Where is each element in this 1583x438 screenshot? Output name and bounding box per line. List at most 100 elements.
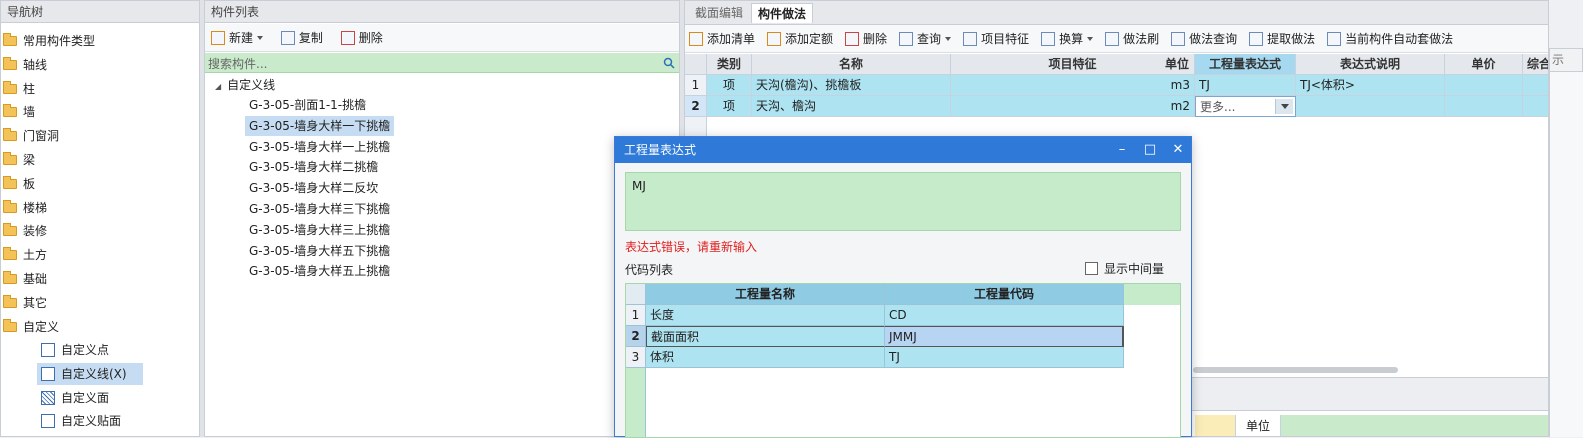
extract-method-button[interactable]: 提取做法	[1249, 25, 1323, 53]
delete-button[interactable]: 删除	[845, 25, 895, 53]
nav-item-wall[interactable]: 墙	[3, 101, 35, 123]
nav-item-foundation[interactable]: 基础	[3, 268, 47, 290]
cell-feature[interactable]	[951, 75, 1195, 96]
horizontal-scrollbar[interactable]	[1193, 367, 1398, 373]
component-item[interactable]: G-3-05-墙身大样五上挑檐	[245, 261, 394, 281]
checkbox-icon[interactable]	[1085, 262, 1098, 275]
tab-bar: 截面编辑 构件做法	[685, 1, 1548, 25]
component-item[interactable]: G-3-05-墙身大样一下挑檐	[245, 115, 395, 136]
cell-price[interactable]	[1445, 96, 1523, 117]
code-cell-name[interactable]: 体积	[646, 347, 885, 368]
minimize-button[interactable]: –	[1109, 137, 1135, 163]
row-number[interactable]: 1	[685, 75, 707, 96]
folder-icon	[3, 247, 17, 261]
tree-root-item[interactable]: ◢ 自定义线	[215, 74, 275, 96]
nav-item-axis[interactable]: 轴线	[3, 54, 47, 76]
convert-button[interactable]: 换算	[1041, 25, 1101, 53]
column-header-name[interactable]: 名称	[752, 54, 951, 75]
cell-expression[interactable]: TJ	[1195, 75, 1296, 96]
nav-item-door-window[interactable]: 门窗洞	[3, 125, 59, 147]
method-query-button[interactable]: 做法查询	[1171, 25, 1245, 53]
item-feature-button[interactable]: 项目特征	[963, 25, 1037, 53]
cell-expr-desc[interactable]: TJ<体积>	[1296, 75, 1445, 96]
copy-button[interactable]: 复制	[280, 24, 331, 52]
nav-item-beam[interactable]: 梁	[3, 149, 35, 171]
cell-category[interactable]: 项	[707, 96, 752, 117]
code-column-header-code[interactable]: 工程量代码	[885, 284, 1124, 305]
cell-price[interactable]	[1445, 75, 1523, 96]
cell-unit[interactable]: m3	[1160, 75, 1195, 96]
auto-apply-method-button[interactable]: 当前构件自动套做法	[1327, 25, 1461, 53]
expression-dialog: 工程量表达式 – □ ✕ MJ 表达式错误，请重新输入 代码列表 显示中间量 工…	[614, 136, 1192, 438]
code-row-number[interactable]: 3	[626, 347, 646, 368]
component-item[interactable]: G-3-05-墙身大样三上挑檐	[245, 220, 394, 240]
cell-expr-desc[interactable]	[1296, 96, 1445, 117]
nav-subitem-custom-surface[interactable]: 自定义贴面	[37, 410, 127, 432]
cell-category[interactable]: 项	[707, 75, 752, 96]
nav-item-custom[interactable]: 自定义	[3, 316, 59, 338]
chevron-down-icon	[1087, 37, 1094, 41]
nav-subitem-custom-point[interactable]: 自定义点	[37, 339, 115, 361]
cell-name[interactable]: 天沟、檐沟	[752, 96, 951, 117]
component-item[interactable]: G-3-05-墙身大样二挑檐	[245, 157, 382, 177]
new-button[interactable]: 新建	[211, 24, 271, 52]
tab-component-method[interactable]: 构件做法	[751, 3, 814, 23]
nav-item-slab[interactable]: 板	[3, 173, 35, 195]
code-cell-name[interactable]: 长度	[646, 305, 885, 326]
expression-input[interactable]: MJ	[625, 172, 1181, 231]
component-item[interactable]: G-3-05-墙身大样一上挑檐	[245, 137, 394, 157]
dropdown-arrow-icon[interactable]	[1275, 99, 1293, 114]
cell-unit[interactable]: m2	[1160, 96, 1195, 117]
column-header-expression[interactable]: 工程量表达式	[1195, 54, 1296, 75]
column-header-feature[interactable]: 项目特征	[951, 54, 1195, 75]
nav-tree-panel: 导航树 常用构件类型 轴线柱墙门窗洞梁板楼梯 装修 土方 基础 其它 自定义 自定义点 自定义线…	[0, 0, 200, 437]
code-row-number[interactable]: 1	[626, 305, 646, 326]
side-tab[interactable]: 示	[1549, 48, 1583, 72]
collapse-triangle-icon[interactable]: ◢	[215, 82, 221, 91]
tab-section-edit[interactable]: 截面编辑	[689, 3, 749, 23]
search-icon[interactable]	[663, 57, 675, 69]
column-header-expr-desc[interactable]: 表达式说明	[1296, 54, 1445, 75]
row-number[interactable]: 2	[685, 96, 707, 117]
cell-total[interactable]	[1523, 75, 1548, 96]
component-item[interactable]: G-3-05-剖面1-1-挑檐	[245, 95, 370, 115]
add-quota-button[interactable]: 添加定额	[767, 25, 841, 53]
dialog-titlebar[interactable]: 工程量表达式 – □ ✕	[615, 137, 1191, 163]
code-grid-header-fill	[1124, 284, 1180, 305]
new-icon	[211, 31, 225, 45]
code-cell-code[interactable]: CD	[885, 305, 1124, 326]
code-row-number[interactable]: 2	[626, 326, 646, 347]
show-intermediate-checkbox[interactable]: 显示中间量	[1085, 260, 1164, 277]
nav-item-column[interactable]: 柱	[3, 78, 35, 100]
component-item[interactable]: G-3-05-墙身大样二反坎	[245, 178, 382, 198]
nav-item-others[interactable]: 其它	[3, 292, 47, 314]
nav-subitem-custom-line[interactable]: 自定义线(X)	[37, 362, 143, 385]
query-button[interactable]: 查询	[899, 25, 959, 53]
cell-feature[interactable]	[951, 96, 1195, 117]
folder-icon	[3, 33, 17, 46]
expression-dropdown[interactable]: 更多...	[1195, 96, 1296, 117]
nav-item-earthwork[interactable]: 土方	[3, 244, 47, 266]
component-item[interactable]: G-3-05-墙身大样三下挑檐	[245, 199, 394, 219]
cell-name[interactable]: 天沟(檐沟)、挑檐板	[752, 75, 951, 96]
nav-subitem-custom-area[interactable]: 自定义面	[37, 387, 115, 409]
code-cell-code[interactable]: TJ	[885, 347, 1124, 368]
column-header-price[interactable]: 单价	[1445, 54, 1523, 75]
code-column-header-name[interactable]: 工程量名称	[646, 284, 885, 305]
nav-item-common-types[interactable]: 常用构件类型	[3, 30, 95, 52]
search-input[interactable]: 搜索构件...	[205, 53, 679, 73]
cell-total[interactable]	[1523, 96, 1548, 117]
nav-item-stair[interactable]: 楼梯	[3, 197, 47, 219]
delete-button[interactable]: 删除	[340, 24, 391, 52]
column-header-unit[interactable]: 单位	[1160, 54, 1195, 75]
component-item[interactable]: G-3-05-墙身大样五下挑檐	[245, 241, 394, 261]
code-cell-name[interactable]: 截面面积	[646, 326, 885, 347]
method-brush-button[interactable]: 做法刷	[1105, 25, 1167, 53]
add-list-button[interactable]: 添加清单	[689, 25, 763, 53]
nav-item-decoration[interactable]: 装修	[3, 220, 47, 242]
code-cell-code[interactable]: JMMJ	[885, 326, 1124, 347]
close-button[interactable]: ✕	[1165, 137, 1191, 163]
column-header-total[interactable]: 综合	[1523, 54, 1548, 75]
maximize-button[interactable]: □	[1137, 137, 1163, 163]
column-header-category[interactable]: 类别	[707, 54, 752, 75]
